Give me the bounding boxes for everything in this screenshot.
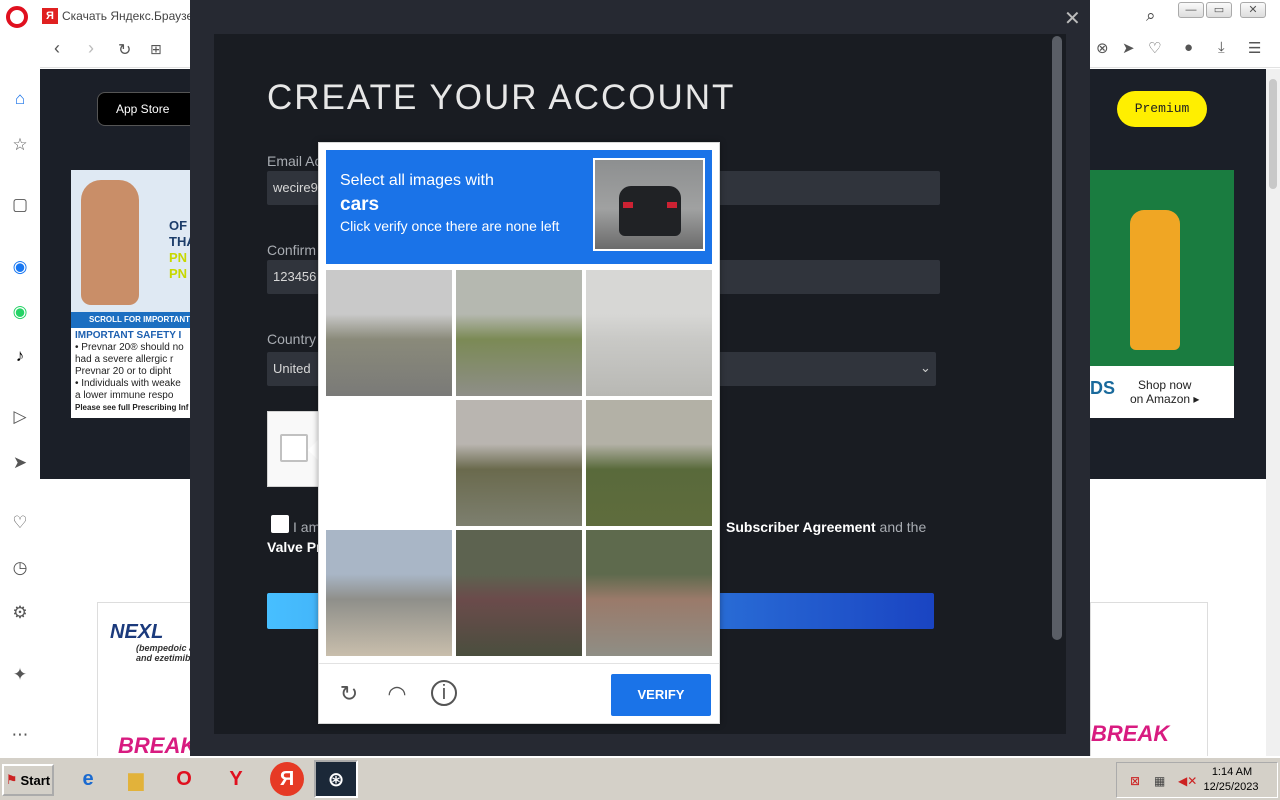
challenge-grid [326, 270, 714, 658]
captcha-tile-palm-hedge[interactable] [586, 400, 712, 526]
favorites-icon[interactable]: ♡ [9, 512, 31, 534]
email-label: Email Ac [267, 153, 322, 169]
forward-icon[interactable]: › [88, 38, 94, 59]
ad-scroll-text: SCROLL FOR IMPORTANT [71, 312, 201, 328]
ad-body: IMPORTANT SAFETY I • Prevnar 20® should … [75, 330, 189, 412]
modal-scrollbar[interactable] [1052, 36, 1062, 640]
reload-icon[interactable]: ↻ [118, 40, 131, 60]
confirm-label: Confirm [267, 242, 317, 258]
heart-icon[interactable]: ♡ [1148, 39, 1161, 57]
minimize-button[interactable]: — [1178, 2, 1204, 18]
explorer-icon[interactable]: ▆ [114, 760, 158, 798]
captcha-tile-dark-bushes[interactable] [456, 530, 582, 656]
captcha-checkbox[interactable] [280, 434, 308, 462]
captcha-tile-white-building[interactable] [586, 270, 712, 396]
page-title: CREATE YOUR ACCOUNT [267, 78, 736, 117]
network-icon[interactable]: ⊠ [1130, 774, 1140, 788]
shop-now-link[interactable]: Shop now on Amazon ▸ [1130, 378, 1199, 406]
messenger-icon[interactable]: ◉ [9, 256, 31, 278]
subscriber-agreement-link[interactable]: Subscriber Agreement [726, 519, 876, 535]
agree-and: and the [879, 519, 927, 535]
start-button[interactable]: ⚑ Start [2, 764, 54, 796]
yandex-browser-icon[interactable]: Я [270, 762, 304, 796]
star-icon[interactable]: ☆ [9, 134, 31, 156]
ad-break-right[interactable]: BREAK [1090, 602, 1208, 756]
history-icon[interactable]: ◷ [9, 557, 31, 579]
volume-muted-icon[interactable]: ◀✕ [1178, 774, 1197, 788]
ad-brand-fragment: DS [1090, 378, 1116, 398]
audio-icon[interactable]: ◠ [383, 680, 411, 708]
browser-tab[interactable]: Я Скачать Яндекс.Браузер [42, 4, 192, 28]
whatsapp-icon[interactable]: ◉ [9, 301, 31, 323]
chevron-down-icon: ⌄ [920, 360, 931, 375]
verify-button[interactable]: VERIFY [611, 674, 711, 716]
challenge-header: Select all images with cars Click verify… [326, 150, 712, 264]
ad-juice[interactable]: DS Shop now on Amazon ▸ [1090, 170, 1234, 418]
page-scrollbar[interactable] [1266, 69, 1280, 756]
captcha-tile-blank[interactable] [326, 400, 452, 526]
premium-button[interactable]: Premium [1117, 91, 1207, 127]
agree-text: I am [293, 519, 321, 535]
window-close-button[interactable]: ✕ [1240, 2, 1266, 18]
appstore-label: App Store [116, 102, 170, 116]
captcha-tile-palm-median[interactable] [456, 400, 582, 526]
search-tabs-icon[interactable]: ⌕ [1146, 6, 1156, 26]
send-sidebar-icon[interactable]: ➤ [9, 452, 31, 474]
back-icon[interactable]: ‹ [54, 38, 60, 59]
adblock-icon[interactable]: ⊗ [1096, 39, 1109, 57]
profile-icon[interactable]: ● [1184, 39, 1193, 56]
modal-close-icon[interactable]: ✕ [1064, 6, 1081, 31]
send-icon[interactable]: ➤ [1122, 39, 1135, 57]
captcha-tile-overpass[interactable] [326, 530, 452, 656]
challenge-footer: ↻ ◠ i VERIFY [319, 663, 719, 723]
menu-icon[interactable]: ☰ [1248, 39, 1261, 57]
info-icon[interactable]: i [431, 680, 457, 706]
challenge-target: cars [340, 194, 380, 215]
captcha-tile-road-barrier[interactable] [586, 530, 712, 656]
download-icon[interactable]: ⤓ [1218, 39, 1225, 56]
yandex-y-icon[interactable]: Y [214, 760, 258, 798]
opera-menu-icon[interactable] [6, 6, 28, 28]
ad-subtext: (bempedoic a and ezetimib [136, 643, 195, 663]
settings-icon[interactable]: ⚙ [9, 602, 31, 624]
ad-brand: NEXL [110, 621, 164, 643]
tab-title: Скачать Яндекс.Браузер [62, 9, 192, 23]
home-icon[interactable]: ⌂ [9, 88, 31, 110]
challenge-pointer [308, 440, 318, 460]
bag-icon[interactable]: ▢ [9, 194, 31, 216]
lightbulb-icon[interactable]: ✦ [9, 664, 31, 686]
privacy-policy-link[interactable]: Valve Pr [267, 539, 322, 555]
refresh-icon[interactable]: ↻ [335, 680, 363, 708]
agree-text-links: Subscriber Agreement and the [726, 519, 926, 535]
yandex-favicon-icon: Я [42, 8, 58, 24]
opera-sidebar: ⌂ ☆ ▢ ◉ ◉ ♪ ▷ ➤ ♡ ◷ ⚙ ✦ ⋯ [0, 68, 40, 756]
opera-icon[interactable]: O [162, 760, 206, 798]
challenge-prompt: Select all images with [340, 172, 494, 189]
ad-prevnar[interactable]: OF THA PN PN SCROLL FOR IMPORTANT IMPORT… [71, 170, 201, 418]
captcha-tile-street-with-cars[interactable] [326, 270, 452, 396]
tiktok-icon[interactable]: ♪ [9, 345, 31, 367]
country-label: Country [267, 331, 317, 347]
taskbar: ⚑ Start e ▆ O Y Я ⊛ ⊠ ▦ ◀✕ 1:14 AM 12/25… [0, 756, 1280, 800]
display-icon[interactable]: ▦ [1154, 774, 1165, 788]
maximize-button[interactable]: ▭ [1206, 2, 1232, 18]
speed-dial-icon[interactable]: ⊞ [150, 41, 162, 58]
player-icon[interactable]: ▷ [9, 406, 31, 428]
agree-checkbox[interactable] [271, 515, 289, 533]
challenge-instruction: Click verify once there are none left [340, 218, 560, 234]
captcha-tile-empty-road-trees[interactable] [456, 270, 582, 396]
finger-image [81, 180, 139, 305]
start-label: Start [20, 772, 51, 788]
sample-car-image [593, 158, 705, 251]
ad-break-text: BREAK [118, 733, 197, 756]
juice-bottle-image [1130, 210, 1180, 350]
more-icon[interactable]: ⋯ [9, 724, 31, 746]
steam-icon[interactable]: ⊛ [314, 760, 358, 798]
ie-icon[interactable]: e [66, 760, 110, 798]
clock-date: 12/25/2023 [1203, 781, 1259, 793]
windows-flag-icon: ⚑ [5, 772, 18, 787]
captcha-challenge: Select all images with cars Click verify… [318, 142, 720, 724]
clock-time: 1:14 AM [1211, 766, 1253, 778]
ad-break-text: BREAK [1091, 721, 1170, 746]
